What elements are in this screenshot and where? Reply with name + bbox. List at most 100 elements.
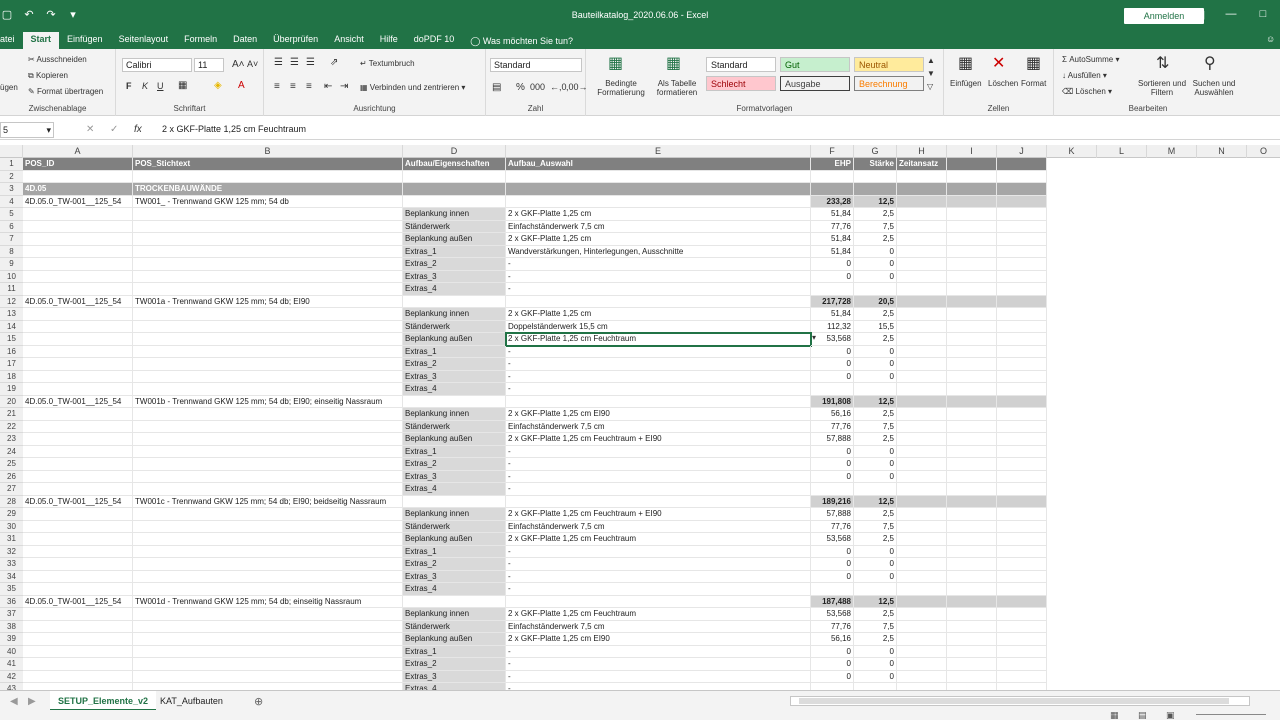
cell-i[interactable] <box>947 308 997 321</box>
cell-i[interactable] <box>947 295 997 308</box>
cell-a[interactable]: 4D.05 <box>23 183 133 196</box>
cell-b[interactable] <box>133 508 403 521</box>
cell-e[interactable]: 2 x GKF-Platte 1,25 cm Feuchtraum <box>506 533 811 546</box>
cell-d[interactable]: Extras_4 <box>403 383 506 396</box>
cell-h[interactable] <box>897 420 947 433</box>
cell-j[interactable] <box>997 233 1047 246</box>
cell-e[interactable]: - <box>506 545 811 558</box>
cell-e[interactable]: Einfachständerwerk 7,5 cm <box>506 220 811 233</box>
cell-j[interactable] <box>997 170 1047 183</box>
maximize-icon[interactable]: □ <box>1256 8 1270 20</box>
cell-h[interactable] <box>897 358 947 371</box>
row-header[interactable]: 27 <box>0 483 23 496</box>
cell-h[interactable] <box>897 245 947 258</box>
cell-a[interactable]: 4D.05.0_TW-001__125_54 <box>23 395 133 408</box>
cell-j[interactable] <box>997 420 1047 433</box>
cell-d[interactable]: Extras_2 <box>403 558 506 571</box>
row-header[interactable]: 42 <box>0 670 23 683</box>
column-header-o[interactable]: O <box>1247 145 1280 158</box>
cell-g[interactable]: 20,5 <box>854 295 897 308</box>
row-header[interactable]: 4 <box>0 195 23 208</box>
cell-f[interactable]: 0 <box>811 458 854 471</box>
underline-button[interactable]: U <box>157 81 164 91</box>
wrap-text-button[interactable]: ↵ Textumbruch <box>360 59 415 68</box>
row-header[interactable]: 5 <box>0 208 23 221</box>
cell-d[interactable] <box>403 495 506 508</box>
cell-h[interactable] <box>897 570 947 583</box>
cell-d[interactable] <box>403 195 506 208</box>
cell-g[interactable]: 0 <box>854 570 897 583</box>
cell-d[interactable]: Extras_1 <box>403 345 506 358</box>
delete-cells-button[interactable]: Löschen <box>988 79 1018 88</box>
cell-e[interactable] <box>506 595 811 608</box>
cell-a[interactable] <box>23 320 133 333</box>
cell-j[interactable] <box>997 470 1047 483</box>
tab-dopdf[interactable]: doPDF 10 <box>406 32 463 49</box>
row-header[interactable]: 3 <box>0 183 23 196</box>
cell-j[interactable] <box>997 358 1047 371</box>
cell-g[interactable]: 2,5 <box>854 208 897 221</box>
cell-g[interactable]: 12,5 <box>854 495 897 508</box>
cell-e[interactable]: - <box>506 558 811 571</box>
cell-i[interactable] <box>947 458 997 471</box>
cell-i[interactable] <box>947 508 997 521</box>
italic-button[interactable]: K <box>142 81 148 91</box>
cell-b[interactable] <box>133 633 403 646</box>
row-header[interactable]: 9 <box>0 258 23 271</box>
cell-g[interactable]: 2,5 <box>854 633 897 646</box>
cell-e[interactable]: - <box>506 445 811 458</box>
cell-d[interactable]: Extras_3 <box>403 470 506 483</box>
cell-j[interactable] <box>997 408 1047 421</box>
cell-i[interactable] <box>947 433 997 446</box>
cell-d[interactable]: Beplankung innen <box>403 508 506 521</box>
row-header[interactable]: 23 <box>0 433 23 446</box>
cell-e[interactable]: 2 x GKF-Platte 1,25 cm Feuchtraum + EI90 <box>506 433 811 446</box>
cell-i[interactable] <box>947 558 997 571</box>
cell-b[interactable] <box>133 258 403 271</box>
cell-i[interactable] <box>947 658 997 671</box>
cell-i[interactable] <box>947 608 997 621</box>
cell-b[interactable]: TW001b - Trennwand GKW 125 mm; 54 db; EI… <box>133 395 403 408</box>
cell-d[interactable]: Extras_4 <box>403 583 506 596</box>
cell-g[interactable]: 0 <box>854 345 897 358</box>
increase-indent-icon[interactable]: ⇥ <box>340 81 348 92</box>
cell-i[interactable] <box>947 670 997 683</box>
align-middle-icon[interactable]: ☰ <box>290 57 299 68</box>
cell-j[interactable] <box>997 320 1047 333</box>
cell-f[interactable]: 0 <box>811 558 854 571</box>
cell-h[interactable] <box>897 408 947 421</box>
cell-i[interactable] <box>947 158 997 171</box>
cell-i[interactable] <box>947 220 997 233</box>
cell-g[interactable]: 7,5 <box>854 220 897 233</box>
cell-f[interactable]: 0 <box>811 258 854 271</box>
cell-f[interactable]: 51,84 <box>811 245 854 258</box>
cell-h[interactable] <box>897 445 947 458</box>
cell-b[interactable] <box>133 583 403 596</box>
cell-f[interactable]: 187,488 <box>811 595 854 608</box>
cell-e[interactable]: - <box>506 583 811 596</box>
cell-f[interactable]: 112,32 <box>811 320 854 333</box>
cell-a[interactable] <box>23 245 133 258</box>
cell-f[interactable]: 51,84 <box>811 308 854 321</box>
cell-g[interactable] <box>854 383 897 396</box>
tab-formulas[interactable]: Formeln <box>176 32 225 49</box>
cell-b[interactable] <box>133 270 403 283</box>
column-header-g[interactable]: G <box>854 145 897 158</box>
cell-h[interactable] <box>897 670 947 683</box>
cell-i[interactable] <box>947 283 997 296</box>
cell-j[interactable] <box>997 520 1047 533</box>
cell-f[interactable]: 53,568 <box>811 333 854 346</box>
paste-button[interactable]: ügen <box>0 83 18 92</box>
cell-a[interactable] <box>23 558 133 571</box>
cell-e[interactable]: - <box>506 645 811 658</box>
cell-g[interactable]: 0 <box>854 545 897 558</box>
cell-b[interactable] <box>133 645 403 658</box>
cell-f[interactable]: 0 <box>811 670 854 683</box>
cell-b[interactable] <box>133 358 403 371</box>
cell-i[interactable] <box>947 233 997 246</box>
cell-f[interactable]: 53,568 <box>811 533 854 546</box>
cell-b[interactable] <box>133 558 403 571</box>
cell-e[interactable]: - <box>506 283 811 296</box>
cell-i[interactable] <box>947 395 997 408</box>
cell-a[interactable]: 4D.05.0_TW-001__125_54 <box>23 495 133 508</box>
